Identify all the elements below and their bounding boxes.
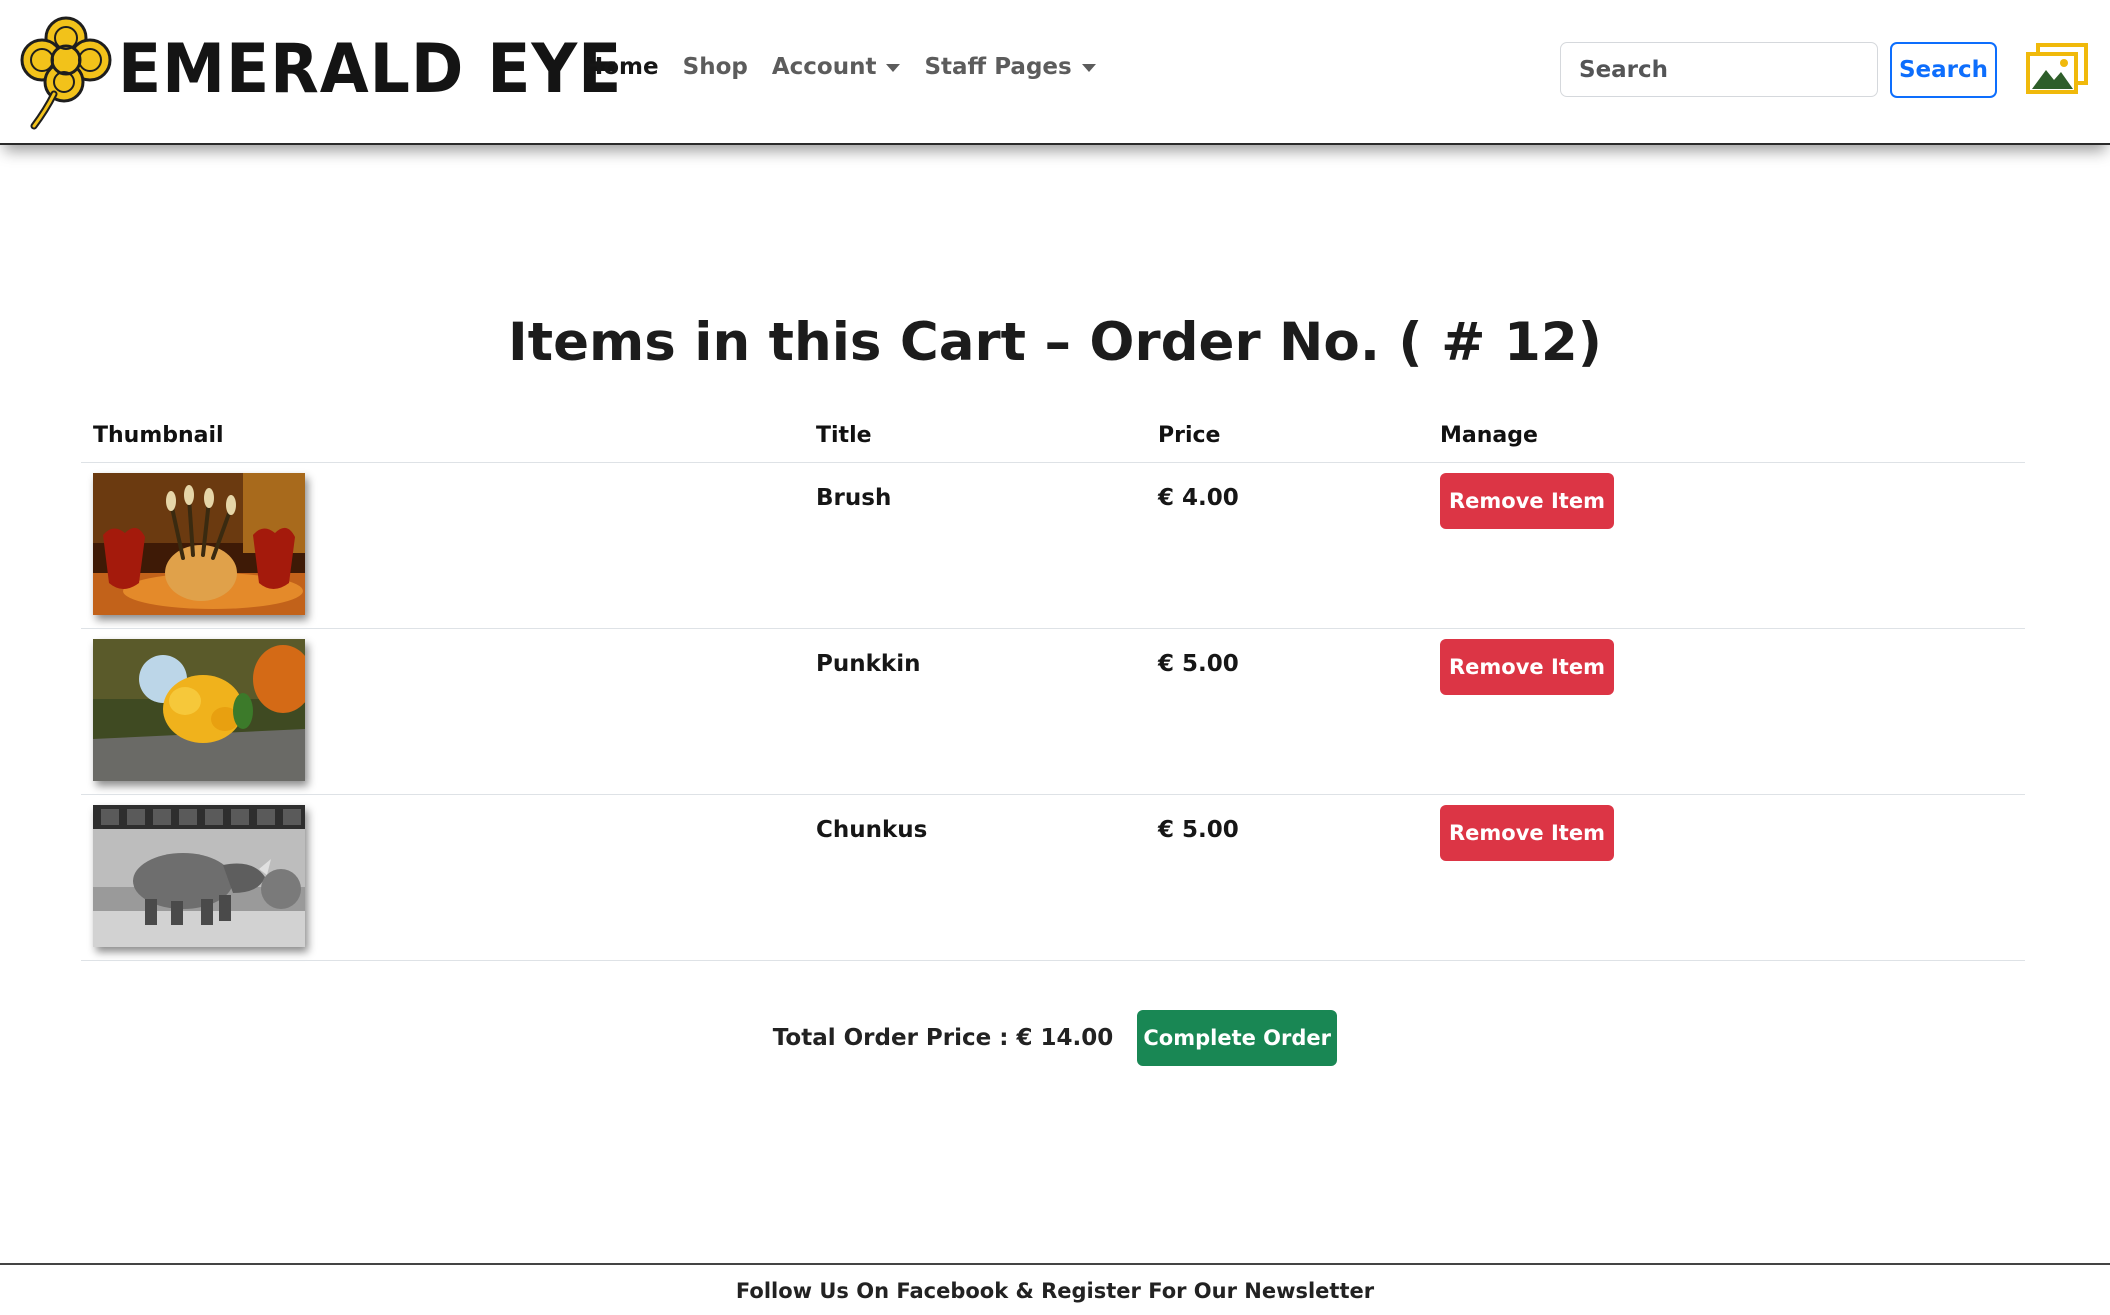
cart-table: Thumbnail Title Price Manage Brush € 4.0… (81, 408, 2025, 961)
complete-order-button[interactable]: Complete Order (1137, 1010, 1338, 1066)
main-nav: Home Shop Account Staff Pages (584, 54, 1096, 80)
nav-account-dropdown[interactable]: Account (772, 54, 901, 80)
nav-account-label: Account (771, 54, 877, 80)
table-row: Chunkus € 5.00 Remove Item (81, 794, 2025, 961)
column-header-price: Price (1146, 408, 1428, 463)
nav-shop[interactable]: Shop (683, 54, 748, 80)
brand-name[interactable]: EMERALD EYE (118, 32, 622, 108)
page-title: Items in this Cart – Order No. ( # 12) (508, 312, 1602, 373)
search-input[interactable] (1560, 42, 1878, 97)
footer-text: Follow Us On Facebook & Register For Our… (735, 1279, 1375, 1303)
clover-flower-icon[interactable] (18, 14, 114, 130)
table-row: Brush € 4.00 Remove Item (81, 462, 2025, 629)
remove-item-button[interactable]: Remove Item (1440, 805, 1614, 861)
image-gallery-icon[interactable] (2024, 42, 2090, 98)
item-title: Punkkin (804, 628, 1146, 795)
table-row: Punkkin € 5.00 Remove Item (81, 628, 2025, 795)
column-header-thumbnail: Thumbnail (81, 408, 804, 463)
remove-item-button[interactable]: Remove Item (1440, 639, 1614, 695)
order-total-row: Total Order Price : € 14.00 Complete Ord… (0, 1010, 2110, 1066)
item-price: € 5.00 (1146, 628, 1428, 795)
nav-home[interactable]: Home (584, 54, 659, 80)
nav-staff-pages-label: Staff Pages (924, 54, 1072, 80)
item-title: Brush (804, 462, 1146, 629)
total-order-price: Total Order Price : € 14.00 (772, 1025, 1114, 1051)
item-price: € 4.00 (1146, 462, 1428, 629)
caret-down-icon (1081, 63, 1096, 72)
column-header-title: Title (804, 408, 1146, 463)
brushes-in-pot-photo[interactable] (93, 473, 305, 615)
nav-staff-pages-dropdown[interactable]: Staff Pages (924, 54, 1096, 80)
footer: Follow Us On Facebook & Register For Our… (0, 1263, 2110, 1315)
column-header-manage: Manage (1428, 408, 2025, 463)
navbar: EMERALD EYE Home Shop Account Staff Page… (0, 0, 2110, 145)
table-header-row: Thumbnail Title Price Manage (81, 408, 2025, 463)
yellow-gourd-photo[interactable] (93, 639, 305, 781)
item-title: Chunkus (804, 794, 1146, 961)
remove-item-button[interactable]: Remove Item (1440, 473, 1614, 529)
rhinoceros-bw-photo[interactable] (93, 805, 305, 947)
item-price: € 5.00 (1146, 794, 1428, 961)
caret-down-icon (886, 63, 901, 72)
search-button[interactable]: Search (1890, 42, 1997, 98)
